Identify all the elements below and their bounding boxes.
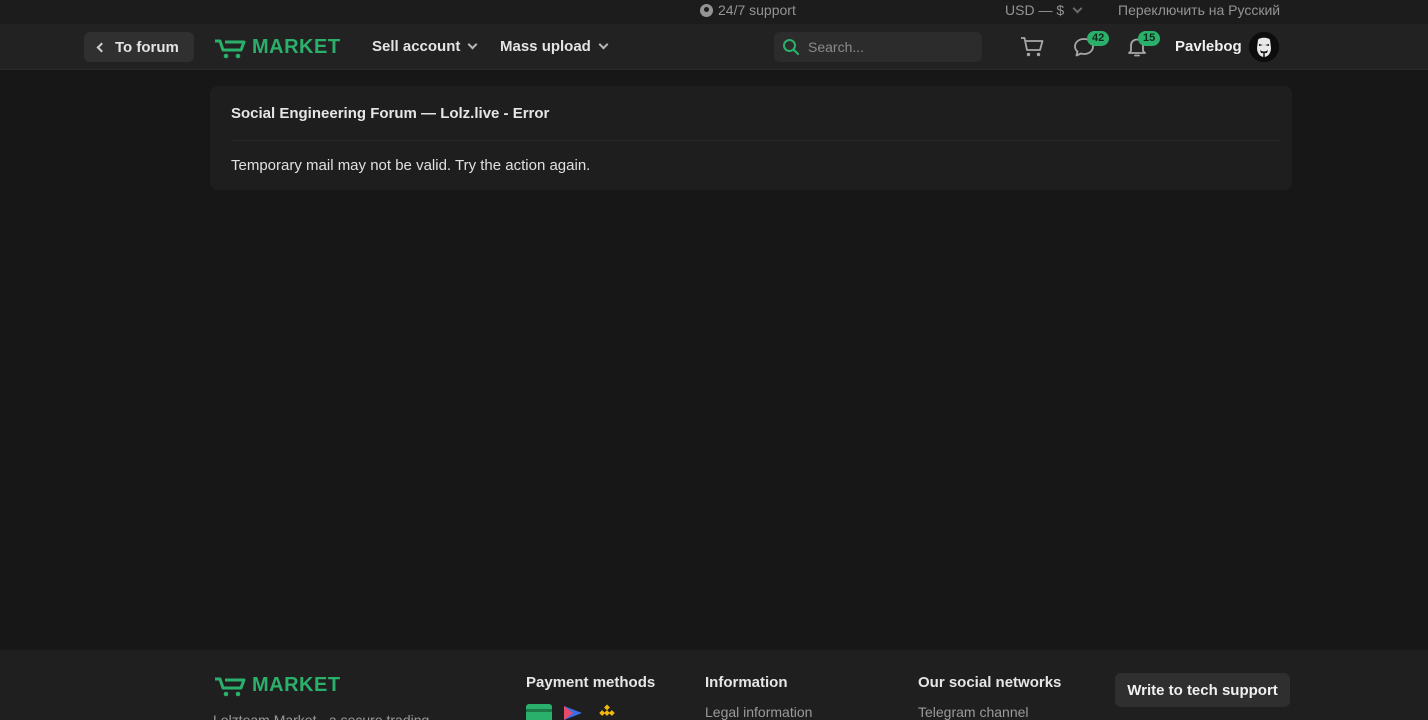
language-switch[interactable]: Переключить на Русский <box>1118 2 1280 18</box>
payment-provider-icon <box>564 706 582 720</box>
footer-logo-text: MARKET <box>252 674 341 696</box>
footer: MARKET Lolzteam Market - a secure tradin… <box>0 650 1428 720</box>
cart-icon <box>1021 37 1044 57</box>
nav-sell-account-label: Sell account <box>372 38 461 55</box>
chat-bubble-icon <box>700 3 713 17</box>
cart-logo-icon <box>215 39 246 58</box>
currency-selector[interactable]: USD — $ <box>1005 2 1083 18</box>
cart-logo-icon <box>215 677 246 696</box>
payment-methods-title: Payment methods <box>526 674 656 691</box>
divider <box>231 140 1280 141</box>
to-forum-button[interactable]: To forum <box>84 32 194 62</box>
user-avatar-icon <box>1249 32 1279 62</box>
page-title: Social Engineering Forum — Lolz.live - E… <box>231 105 550 122</box>
telegram-channel-link[interactable]: Telegram channel <box>918 704 1029 720</box>
cart-button[interactable] <box>1020 36 1044 63</box>
footer-tagline: Lolzteam Market - a secure trading <box>213 712 430 720</box>
currency-label: USD — $ <box>1005 2 1065 18</box>
tech-support-button[interactable]: Write to tech support <box>1115 673 1290 707</box>
binance-icon <box>599 704 615 716</box>
notifications-button[interactable]: 15 <box>1126 31 1161 63</box>
information-title: Information <box>705 674 788 691</box>
nav-mass-upload-label: Mass upload <box>500 38 591 55</box>
legal-information-link[interactable]: Legal information <box>705 704 812 720</box>
main-header: To forum MARKET Sell account Mass upload <box>0 24 1428 70</box>
username[interactable]: Pavlebog <box>1175 38 1242 55</box>
messages-button[interactable]: 42 <box>1073 31 1110 63</box>
search-box[interactable] <box>774 32 982 62</box>
avatar[interactable] <box>1249 32 1279 62</box>
notifications-badge: 15 <box>1138 31 1161 46</box>
to-forum-label: To forum <box>115 38 179 56</box>
nav-sell-account[interactable]: Sell account <box>372 38 478 55</box>
payment-icons <box>526 704 620 720</box>
market-logo[interactable]: MARKET <box>214 36 341 59</box>
nav-mass-upload[interactable]: Mass upload <box>500 38 609 55</box>
search-icon <box>783 39 800 56</box>
error-message: Temporary mail may not be valid. Try the… <box>231 157 591 174</box>
bank-card-icon <box>526 704 552 720</box>
top-strip: 24/7 support USD — $ Переключить на Русс… <box>0 0 1428 24</box>
support-link[interactable]: 24/7 support <box>700 2 796 18</box>
search-input[interactable] <box>808 39 978 55</box>
chevron-down-icon <box>598 39 609 50</box>
logo-text: MARKET <box>252 36 341 58</box>
chevron-left-icon <box>96 42 107 52</box>
error-card: Social Engineering Forum — Lolz.live - E… <box>210 86 1292 190</box>
footer-logo[interactable]: MARKET <box>214 674 341 697</box>
chevron-down-icon <box>467 39 478 50</box>
chevron-down-icon <box>1072 3 1083 13</box>
social-networks-title: Our social networks <box>918 674 1062 691</box>
messages-badge: 42 <box>1087 31 1110 46</box>
support-label: 24/7 support <box>718 2 796 18</box>
